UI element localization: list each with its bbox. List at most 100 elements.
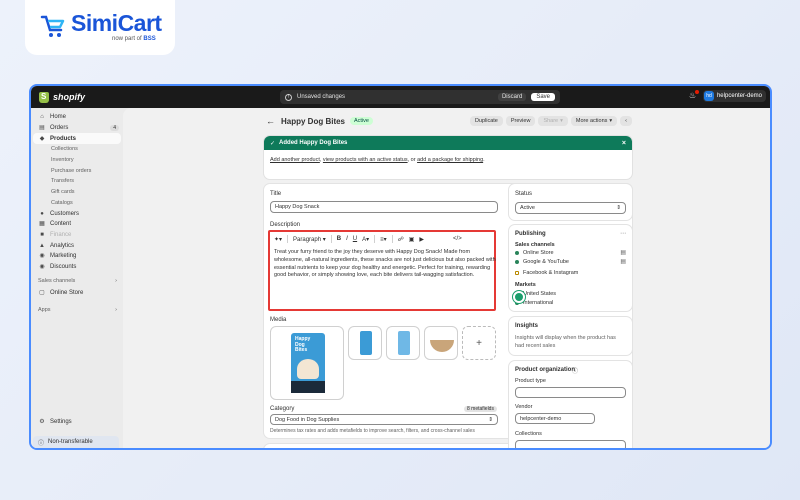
sidebar-item-gift-cards[interactable]: Gift cards (31, 187, 123, 198)
media-label: Media (270, 317, 287, 323)
finance-icon: ■ (40, 231, 44, 238)
top-bar: shopify ! Unsaved changes Discard Save ♨… (31, 86, 770, 108)
add-another-product-link[interactable]: Add another product (270, 157, 320, 163)
status-select[interactable]: Active ⇕ (515, 202, 626, 214)
sidebar-item-label: Finance (50, 231, 72, 238)
insights-card: Insights Insights will display when the … (509, 317, 632, 355)
sidebar-item-purchase-orders[interactable]: Purchase orders (31, 165, 123, 176)
product-organization-title: Product organization (515, 367, 575, 373)
sales-channels-heading[interactable]: Sales channels › (31, 275, 123, 287)
logo-subtitle: now part of BSS (112, 36, 156, 42)
title-input[interactable]: Happy Dog Snack (270, 201, 498, 213)
sidebar-item-orders[interactable]: ▤ Orders 4 (31, 123, 123, 134)
ai-sparkle-icon[interactable]: ✦▾ (274, 236, 282, 243)
bold-button[interactable]: B (337, 236, 341, 242)
sidebar-item-products[interactable]: ◆ Products (33, 133, 121, 145)
view-active-products-link[interactable]: view products with an active status (323, 157, 408, 163)
video-icon[interactable]: ▶ (419, 236, 424, 243)
calendar-icon[interactable]: ▤ (620, 249, 626, 256)
sidebar-item-settings[interactable]: ⚙ Settings (31, 417, 71, 428)
gear-icon: ⚙ (39, 419, 45, 426)
prev-product-button[interactable]: ‹ (620, 116, 632, 126)
sidebar-item-analytics[interactable]: ▲ Analytics (31, 240, 123, 251)
metafields-badge[interactable]: 8 metafields (464, 406, 497, 412)
category-help-text: Determines tax rates and adds metafields… (270, 428, 475, 434)
align-button[interactable]: ≡▾ (380, 236, 387, 243)
title-label: Title (270, 191, 282, 197)
success-banner: ✓ Added Happy Dog Bites × Add another pr… (264, 136, 632, 179)
text-color-button[interactable]: A▾ (362, 236, 369, 243)
apps-heading[interactable]: Apps › (31, 304, 123, 316)
link-icon[interactable]: ☍ (398, 236, 404, 243)
editor-toolbar: ✦▾ Paragraph ▾ B I U A▾ ≡▾ ☍ ▣ ▶ </> (274, 235, 462, 243)
share-button[interactable]: Share ▾ (538, 116, 568, 126)
media-thumbnail-main[interactable]: Happy Dog Bites (270, 326, 344, 400)
status-label: Status (515, 191, 533, 197)
chevron-right-icon: › (115, 278, 117, 285)
sidebar-item-catalogs[interactable]: Catalogs (31, 198, 123, 209)
marketing-icon: ◉ (39, 253, 45, 260)
save-button[interactable]: Save (531, 93, 555, 101)
top-right: ♨ hd helpcenter-demo (689, 90, 766, 102)
sidebar-item-collections[interactable]: Collections (31, 144, 123, 155)
info-icon[interactable]: ⓘ (572, 366, 578, 375)
bell-icon[interactable]: ♨ (689, 90, 699, 100)
italic-button[interactable]: I (346, 236, 348, 242)
sidebar-item-label: Orders (50, 125, 69, 132)
sidebar-item-finance[interactable]: ■ Finance (31, 230, 123, 241)
collections-input[interactable] (515, 440, 626, 448)
sidebar-item-discounts[interactable]: ◉ Discounts (31, 262, 123, 273)
paragraph-select[interactable]: Paragraph ▾ (293, 236, 326, 243)
channel-online-store: Online Store (515, 250, 554, 256)
add-media-button[interactable]: + (462, 326, 496, 360)
sidebar-item-label: Products (50, 135, 77, 142)
status-card: Status Active ⇕ (509, 184, 632, 220)
store-icon: ▢ (39, 289, 45, 296)
tag-icon: ◆ (39, 135, 45, 142)
discount-icon: ◉ (39, 263, 45, 270)
description-text: Treat your furry friend to the joy they … (274, 249, 496, 279)
vendor-input[interactable]: helpcenter-demo (515, 413, 595, 424)
sidebar-item-customers[interactable]: ● Customers (31, 208, 123, 219)
page-title: Happy Dog Bites (281, 116, 346, 126)
more-actions-button[interactable]: More actions ▾ (570, 116, 618, 126)
sidebar-item-online-store[interactable]: ▢ Online Store (31, 287, 123, 298)
duplicate-button[interactable]: Duplicate (469, 116, 503, 126)
check-circle-icon: ✓ (270, 140, 276, 147)
store-switcher[interactable]: hd helpcenter-demo (702, 90, 766, 102)
sidebar-item-inventory[interactable]: Inventory (31, 155, 123, 166)
category-input[interactable]: Dog Food in Dog Supplies ⇕ (270, 414, 498, 425)
sidebar-item-label: Catalogs (51, 199, 73, 206)
discard-button[interactable]: Discard (497, 93, 527, 101)
shopify-logo[interactable]: shopify (31, 91, 85, 103)
product-type-label: Product type (515, 378, 546, 384)
description-label: Description (270, 222, 301, 228)
back-arrow-icon[interactable]: ← (266, 116, 275, 126)
markets-label: Markets (515, 282, 536, 288)
preview-button[interactable]: Preview (505, 116, 536, 126)
media-thumbnail-3[interactable] (386, 326, 420, 360)
media-thumbnail-4[interactable] (424, 326, 458, 360)
info-icon: ⓘ (38, 440, 45, 447)
shopify-bag-icon (39, 91, 49, 103)
media-thumbnail-2[interactable] (348, 326, 382, 360)
sidebar-item-label: Inventory (51, 157, 74, 164)
sidebar-item-home[interactable]: ⌂ Home (31, 112, 123, 123)
banner-body: Add another product, view products with … (270, 157, 485, 163)
add-package-link[interactable]: add a package for shipping (417, 157, 483, 163)
more-icon[interactable]: ⋯ (620, 230, 626, 237)
home-icon: ⌂ (40, 114, 44, 121)
sidebar-item-transfers[interactable]: Transfers (31, 176, 123, 187)
calendar-icon[interactable]: ▤ (620, 258, 626, 265)
page-header: ← Happy Dog Bites Active Duplicate Previ… (266, 114, 632, 128)
code-view-icon[interactable]: </> (453, 236, 462, 242)
underline-button[interactable]: U (353, 236, 357, 242)
vendor-label: Vendor (515, 404, 533, 410)
close-icon[interactable]: × (622, 140, 626, 147)
media-icon[interactable]: ▣ (409, 236, 415, 243)
sidebar-item-content[interactable]: ▦ Content (31, 219, 123, 230)
non-transferable-badge[interactable]: ⓘ Non-transferable (33, 436, 119, 448)
product-type-input[interactable] (515, 387, 626, 398)
grammarly-icon[interactable] (513, 291, 525, 303)
sidebar-item-marketing[interactable]: ◉ Marketing (31, 251, 123, 262)
